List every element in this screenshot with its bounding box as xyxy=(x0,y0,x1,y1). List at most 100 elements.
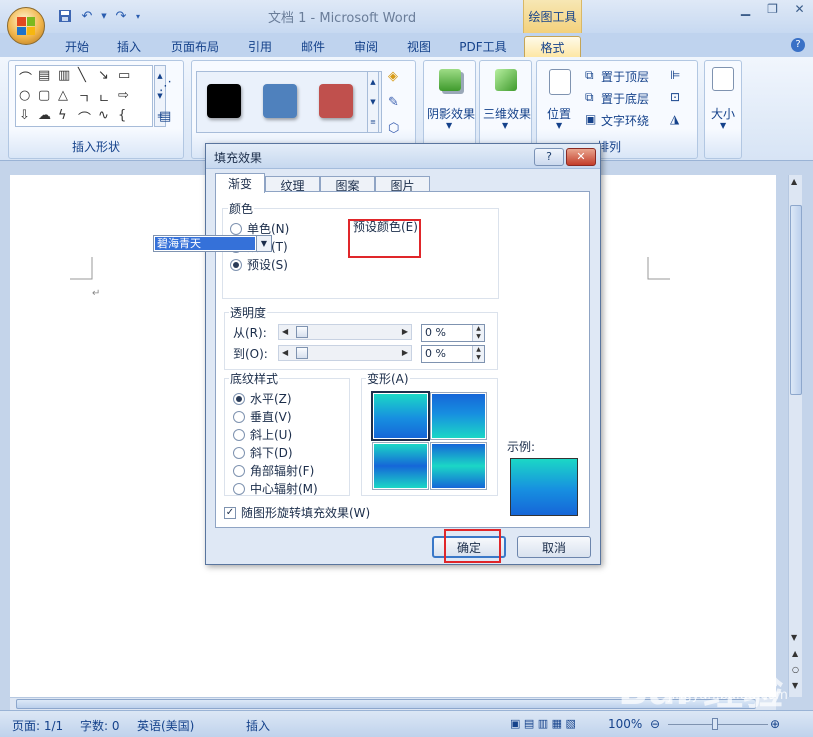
shadow-effects-icon[interactable] xyxy=(439,69,461,91)
lightning-shape-icon[interactable]: ϟ xyxy=(58,108,67,123)
line-shape-icon[interactable]: ╲ xyxy=(78,68,86,83)
fill-bucket-icon[interactable]: ◈ xyxy=(388,69,398,84)
cloud-shape-icon[interactable]: ☁ xyxy=(38,108,51,123)
from-percent-input[interactable]: 0 % ▲ ▼ xyxy=(421,324,485,342)
edit-shape-icon[interactable]: ⋰ xyxy=(159,79,172,94)
from-slider[interactable]: ◀ ▶ xyxy=(278,324,412,340)
zoom-in-icon[interactable]: ⊕ xyxy=(770,717,780,731)
radio-from-center[interactable]: 中心辐射(M) xyxy=(233,480,318,497)
language-indicator[interactable]: 英语(美国) xyxy=(137,717,194,734)
bring-to-front-icon[interactable]: ⧉ xyxy=(585,68,594,83)
view-buttons-icon[interactable]: ▣ ▤ ▥ ▦ ▧ xyxy=(510,717,576,730)
vertical-textbox-shape-icon[interactable]: ▥ xyxy=(58,68,70,83)
shape-styles-gallery[interactable] xyxy=(196,71,382,133)
styles-gallery-scroll[interactable]: ▲ ▼ ≡ xyxy=(367,71,379,133)
size-icon[interactable] xyxy=(712,67,734,91)
tab-references[interactable]: 引用 xyxy=(240,36,280,57)
variant-2[interactable] xyxy=(430,392,487,440)
tab-home[interactable]: 开始 xyxy=(55,36,99,57)
customize-qat-icon[interactable]: ▾ xyxy=(134,7,142,25)
minimize-icon[interactable]: ▁ xyxy=(732,0,759,18)
restore-icon[interactable]: ❐ xyxy=(759,0,786,18)
scroll-up-icon[interactable]: ▲ xyxy=(791,177,797,186)
zoom-slider-track[interactable] xyxy=(668,724,768,725)
variant-3[interactable] xyxy=(372,442,429,490)
zoom-level[interactable]: 100% xyxy=(608,717,642,731)
elbow-arrow-shape-icon[interactable]: ㄴ xyxy=(98,88,110,107)
chevron-down-icon[interactable]: ▼ xyxy=(256,236,271,251)
text-wrap-icon[interactable]: ▣ xyxy=(585,112,596,126)
prev-page-icon[interactable]: ▲ xyxy=(792,649,798,658)
tab-gradient[interactable]: 渐变 xyxy=(215,173,265,193)
office-button[interactable] xyxy=(7,7,45,45)
vertical-scrollbar[interactable]: ▲ ▼ ▲ ○ ▼ xyxy=(788,175,802,697)
bring-to-front-label[interactable]: 置于顶层 xyxy=(601,68,649,85)
slider-right-icon[interactable]: ▶ xyxy=(402,327,408,336)
slider-right-icon[interactable]: ▶ xyxy=(402,348,408,357)
tab-pdf-tools[interactable]: PDF工具 xyxy=(452,36,514,57)
tab-insert[interactable]: 插入 xyxy=(107,36,151,57)
chevron-down-icon[interactable]: ▼ xyxy=(502,121,508,130)
variant-4[interactable] xyxy=(430,442,487,490)
size-label[interactable]: 大小 xyxy=(711,105,735,122)
chevron-down-icon[interactable]: ▼ xyxy=(556,121,562,130)
style-swatch-blue[interactable] xyxy=(263,84,297,118)
to-slider-thumb[interactable] xyxy=(296,347,308,359)
draw-textbox-icon[interactable]: ▤ xyxy=(159,109,171,124)
to-percent-input[interactable]: 0 % ▲ ▼ xyxy=(421,345,485,363)
zoom-out-icon[interactable]: ⊖ xyxy=(650,717,660,731)
elbow-connector-shape-icon[interactable]: ㄱ xyxy=(78,88,90,107)
text-wrap-label[interactable]: 文字环绕 xyxy=(601,112,649,129)
style-swatch-red[interactable] xyxy=(319,84,353,118)
send-to-back-icon[interactable]: ⧉ xyxy=(585,90,594,105)
change-shape-icon[interactable]: ⬡ xyxy=(388,121,399,136)
vertical-scroll-thumb[interactable] xyxy=(790,205,802,395)
rotate-icon[interactable]: ◮ xyxy=(670,112,679,126)
align-icon[interactable]: ⊫ xyxy=(670,68,680,82)
tab-mailings[interactable]: 邮件 xyxy=(293,36,333,57)
3d-effects-label[interactable]: 三维效果 xyxy=(483,105,531,122)
pen-outline-icon[interactable]: ✎ xyxy=(388,95,399,110)
close-icon[interactable]: ✕ xyxy=(786,0,813,18)
next-page-icon[interactable]: ▼ xyxy=(792,681,798,690)
rounded-rect-shape-icon[interactable]: ▢ xyxy=(38,88,50,103)
3d-effects-icon[interactable] xyxy=(495,69,517,91)
tab-format[interactable]: 格式 xyxy=(524,36,581,57)
brace-shape-icon[interactable]: { xyxy=(118,108,126,123)
style-swatch-black[interactable] xyxy=(207,84,241,118)
slider-left-icon[interactable]: ◀ xyxy=(282,348,288,357)
spin-arrows-icon[interactable]: ▲ ▼ xyxy=(472,346,484,362)
scroll-down-icon[interactable]: ▼ xyxy=(791,633,797,642)
radio-diagonal-up[interactable]: 斜上(U) xyxy=(233,426,292,443)
oval-shape-icon[interactable]: ○ xyxy=(19,88,30,103)
tab-review[interactable]: 审阅 xyxy=(346,36,386,57)
position-label[interactable]: 位置 xyxy=(547,105,571,122)
shapes-gallery[interactable]: ⌒ ▤ ▥ ╲ ↘ ▭ ○ ▢ △ ㄱ ㄴ ⇨ ⇩ ☁ ϟ ⌒ ∿ { xyxy=(15,65,153,127)
rectangle-shape-icon[interactable]: ▭ xyxy=(118,68,130,83)
scribble-shape-icon[interactable]: ⌒ xyxy=(19,68,32,87)
radio-from-corner[interactable]: 角部辐射(F) xyxy=(233,462,314,479)
curve-shape-icon[interactable]: ∿ xyxy=(98,108,109,123)
undo-icon[interactable]: ↶ xyxy=(78,7,96,25)
down-arrow-shape-icon[interactable]: ⇩ xyxy=(19,108,30,123)
zoom-slider-thumb[interactable] xyxy=(712,718,718,730)
arc-shape-icon[interactable]: ⌒ xyxy=(78,108,91,127)
chevron-down-icon[interactable]: ▼ xyxy=(720,121,726,130)
to-slider[interactable]: ◀ ▶ xyxy=(278,345,412,361)
cancel-button[interactable]: 取消 xyxy=(517,536,591,558)
chevron-down-icon[interactable]: ▼ xyxy=(100,7,108,25)
dialog-close-button[interactable]: ✕ xyxy=(566,148,596,166)
block-arrow-shape-icon[interactable]: ⇨ xyxy=(118,88,129,103)
rotate-with-shape-checkbox[interactable]: ✓ 随图形旋转填充效果(W) xyxy=(224,504,370,521)
dialog-help-button[interactable]: ? xyxy=(534,148,564,166)
save-icon[interactable] xyxy=(56,7,74,25)
arrow-line-shape-icon[interactable]: ↘ xyxy=(98,68,109,83)
triangle-shape-icon[interactable]: △ xyxy=(58,88,68,103)
send-to-back-label[interactable]: 置于底层 xyxy=(601,90,649,107)
position-icon[interactable] xyxy=(549,69,571,95)
slider-left-icon[interactable]: ◀ xyxy=(282,327,288,336)
variant-1[interactable] xyxy=(371,391,430,441)
insert-mode[interactable]: 插入 xyxy=(246,717,270,734)
from-slider-thumb[interactable] xyxy=(296,326,308,338)
spin-arrows-icon[interactable]: ▲ ▼ xyxy=(472,325,484,341)
